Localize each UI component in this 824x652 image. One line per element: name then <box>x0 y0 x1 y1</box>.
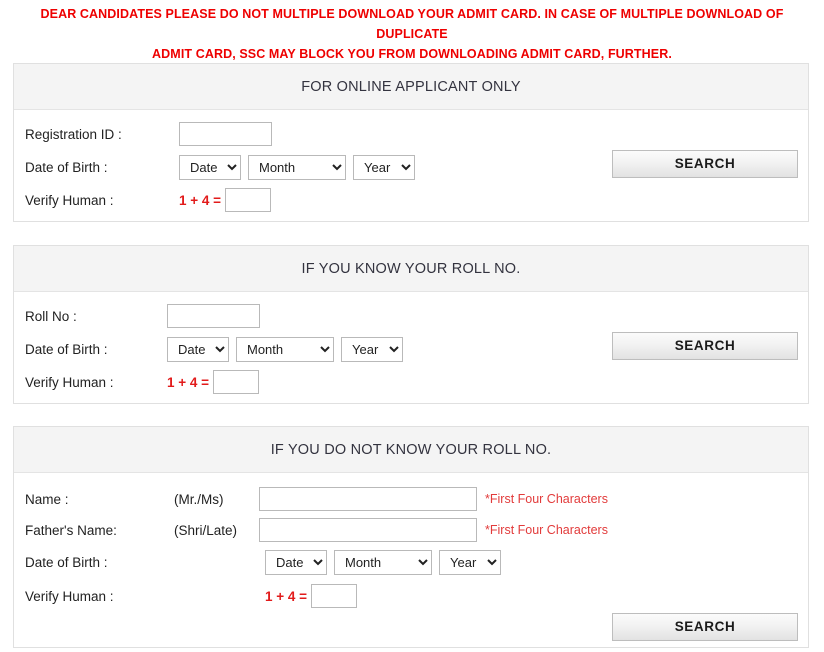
row-dob-panel1: Date of Birth : Date01020304050607080910… <box>25 154 415 180</box>
dob-year-select-panel1[interactable]: Year198519861987198819891990199119921993… <box>353 154 415 180</box>
search-button-panel1[interactable]: SEARCH <box>612 150 798 178</box>
father-name-hint: *First Four Characters <box>485 523 608 537</box>
panel-online-applicant: FOR ONLINE APPLICANT ONLY Registration I… <box>13 63 809 222</box>
name-hint: *First Four Characters <box>485 492 608 506</box>
dob-date-select-panel3[interactable]: Date010203040506070809101112131415161718… <box>265 549 327 575</box>
row-registration-id: Registration ID : <box>25 121 272 147</box>
panel-known-roll-no: IF YOU KNOW YOUR ROLL NO. Roll No : Date… <box>13 245 809 404</box>
dob-label-panel3: Date of Birth : <box>25 554 108 570</box>
captcha-input-panel2[interactable] <box>213 370 260 394</box>
dob-label-panel2: Date of Birth : <box>25 341 108 357</box>
verify-human-label-panel2: Verify Human : <box>25 374 114 390</box>
father-name-input[interactable] <box>259 518 477 542</box>
panel-unknown-roll-no: IF YOU DO NOT KNOW YOUR ROLL NO. Name : … <box>13 426 809 648</box>
captcha-question-panel2: 1 + 4 = <box>167 374 210 390</box>
registration-id-label: Registration ID : <box>25 126 122 142</box>
dob-year-select-panel2[interactable]: Year198519861987198819891990199119921993… <box>341 336 403 362</box>
dob-label-panel1: Date of Birth : <box>25 159 108 175</box>
dob-month-select-panel2[interactable]: MonthJanuaryFebruaryMarchAprilMayJuneJul… <box>236 336 334 362</box>
father-name-prefix-label: (Shri/Late) <box>174 522 238 538</box>
search-button-panel3[interactable]: SEARCH <box>612 613 798 641</box>
search-button-panel2[interactable]: SEARCH <box>612 332 798 360</box>
panel-known-roll-no-header: IF YOU KNOW YOUR ROLL NO. <box>14 246 808 292</box>
dob-date-select-panel2[interactable]: Date010203040506070809101112131415161718… <box>167 336 229 362</box>
dob-date-select-panel1[interactable]: Date010203040506070809101112131415161718… <box>179 154 241 180</box>
captcha-input-panel1[interactable] <box>225 188 272 212</box>
roll-no-input[interactable] <box>167 304 260 328</box>
dob-month-select-panel1[interactable]: MonthJanuaryFebruaryMarchAprilMayJuneJul… <box>248 154 346 180</box>
panel-known-roll-no-body: Roll No : Date of Birth : Date0102030405… <box>14 292 808 402</box>
notice-line-1: DEAR CANDIDATES PLEASE DO NOT MULTIPLE D… <box>40 7 784 41</box>
name-input[interactable] <box>259 487 477 511</box>
captcha-question-panel3: 1 + 4 = <box>265 588 308 604</box>
father-name-label: Father's Name: <box>25 522 117 538</box>
name-label: Name : <box>25 491 69 507</box>
row-roll-no: Roll No : <box>25 303 260 329</box>
registration-id-input[interactable] <box>179 122 272 146</box>
row-dob-panel2: Date of Birth : Date01020304050607080910… <box>25 336 403 362</box>
verify-human-label-panel1: Verify Human : <box>25 192 114 208</box>
row-verify-human-panel3: Verify Human : 1 + 4 = <box>25 583 358 609</box>
panel-unknown-roll-no-body: Name : (Mr./Ms) *First Four Characters F… <box>14 473 808 646</box>
notice-line-2: ADMIT CARD, SSC MAY BLOCK YOU FROM DOWNL… <box>152 47 672 61</box>
dob-month-select-panel3[interactable]: MonthJanuaryFebruaryMarchAprilMayJuneJul… <box>334 549 432 575</box>
row-verify-human-panel2: Verify Human : 1 + 4 = <box>25 369 260 395</box>
roll-no-label: Roll No : <box>25 308 77 324</box>
row-father-name: Father's Name: (Shri/Late) *First Four C… <box>25 517 608 543</box>
captcha-question-panel1: 1 + 4 = <box>179 192 222 208</box>
verify-human-label-panel3: Verify Human : <box>25 588 114 604</box>
panel-online-applicant-body: Registration ID : Date of Birth : Date01… <box>14 110 808 220</box>
name-prefix-label: (Mr./Ms) <box>174 491 224 507</box>
captcha-input-panel3[interactable] <box>311 584 358 608</box>
panel-unknown-roll-no-header: IF YOU DO NOT KNOW YOUR ROLL NO. <box>14 427 808 473</box>
row-name: Name : (Mr./Ms) *First Four Characters <box>25 486 608 512</box>
dob-year-select-panel3[interactable]: Year198519861987198819891990199119921993… <box>439 549 501 575</box>
row-verify-human-panel1: Verify Human : 1 + 4 = <box>25 187 272 213</box>
panel-online-applicant-header: FOR ONLINE APPLICANT ONLY <box>14 64 808 110</box>
notice-banner: DEAR CANDIDATES PLEASE DO NOT MULTIPLE D… <box>0 0 824 64</box>
row-dob-panel3: Date of Birth : Date01020304050607080910… <box>25 549 501 575</box>
